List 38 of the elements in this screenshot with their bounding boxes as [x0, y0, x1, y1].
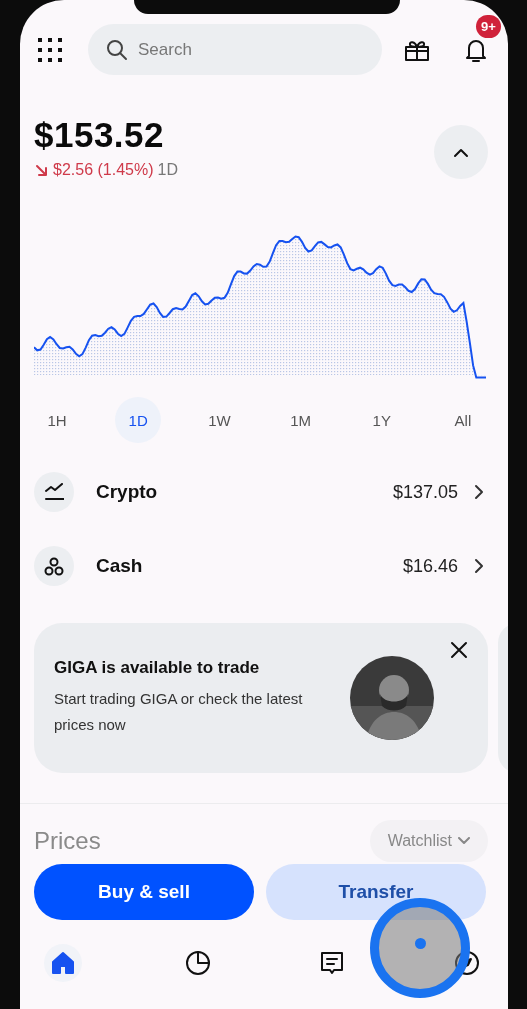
promo-title: GIGA is available to trade — [54, 658, 261, 678]
holding-label: Cash — [96, 555, 144, 577]
pie-chart-icon — [184, 950, 211, 976]
notification-badge: 9+ — [476, 14, 501, 38]
buy-sell-button[interactable]: Buy & sell — [34, 864, 254, 920]
circles-icon — [44, 556, 64, 576]
holding-value: $16.46 — [402, 555, 458, 577]
close-button[interactable] — [450, 641, 468, 659]
timeframe-tab[interactable]: 1Y — [358, 397, 405, 443]
chevron-down-icon — [458, 837, 470, 845]
change-period: 1D — [157, 161, 178, 179]
holding-row[interactable]: Cash $16.46 — [20, 529, 508, 603]
close-icon — [450, 641, 468, 659]
apps-button[interactable] — [38, 37, 62, 62]
holding-value: $137.05 — [392, 481, 458, 503]
chevron-right-icon — [474, 484, 484, 500]
home-icon — [50, 950, 76, 976]
timeframe-tab[interactable]: 1H — [34, 397, 80, 443]
holding-label: Crypto — [96, 481, 159, 503]
chevron-up-icon — [452, 146, 470, 158]
balance-amount: $153.52 — [34, 115, 166, 155]
compass-icon — [453, 950, 480, 976]
price-change: $2.56 (1.45%) — [53, 161, 154, 179]
timeframe-tab[interactable]: All — [439, 397, 486, 443]
holding-row[interactable]: Crypto $137.05 — [20, 455, 508, 529]
message-icon — [319, 950, 346, 976]
search-field[interactable]: Search — [88, 24, 382, 75]
promo-text: Start trading GIGA or check the latest prices now — [54, 689, 304, 735]
section-title: Prices — [34, 827, 101, 855]
trend-chart-icon — [44, 482, 64, 502]
grid-menu-icon — [38, 37, 62, 62]
search-icon — [106, 39, 128, 61]
timeframe-tab[interactable]: 1W — [196, 397, 243, 443]
timeframe-tab[interactable]: 1M — [277, 397, 324, 443]
transfer-button[interactable]: Transfer — [266, 864, 486, 920]
timeframe-tab[interactable]: 1D — [115, 397, 162, 443]
trend-arrow-icon — [34, 162, 49, 178]
chevron-right-icon — [474, 558, 484, 574]
